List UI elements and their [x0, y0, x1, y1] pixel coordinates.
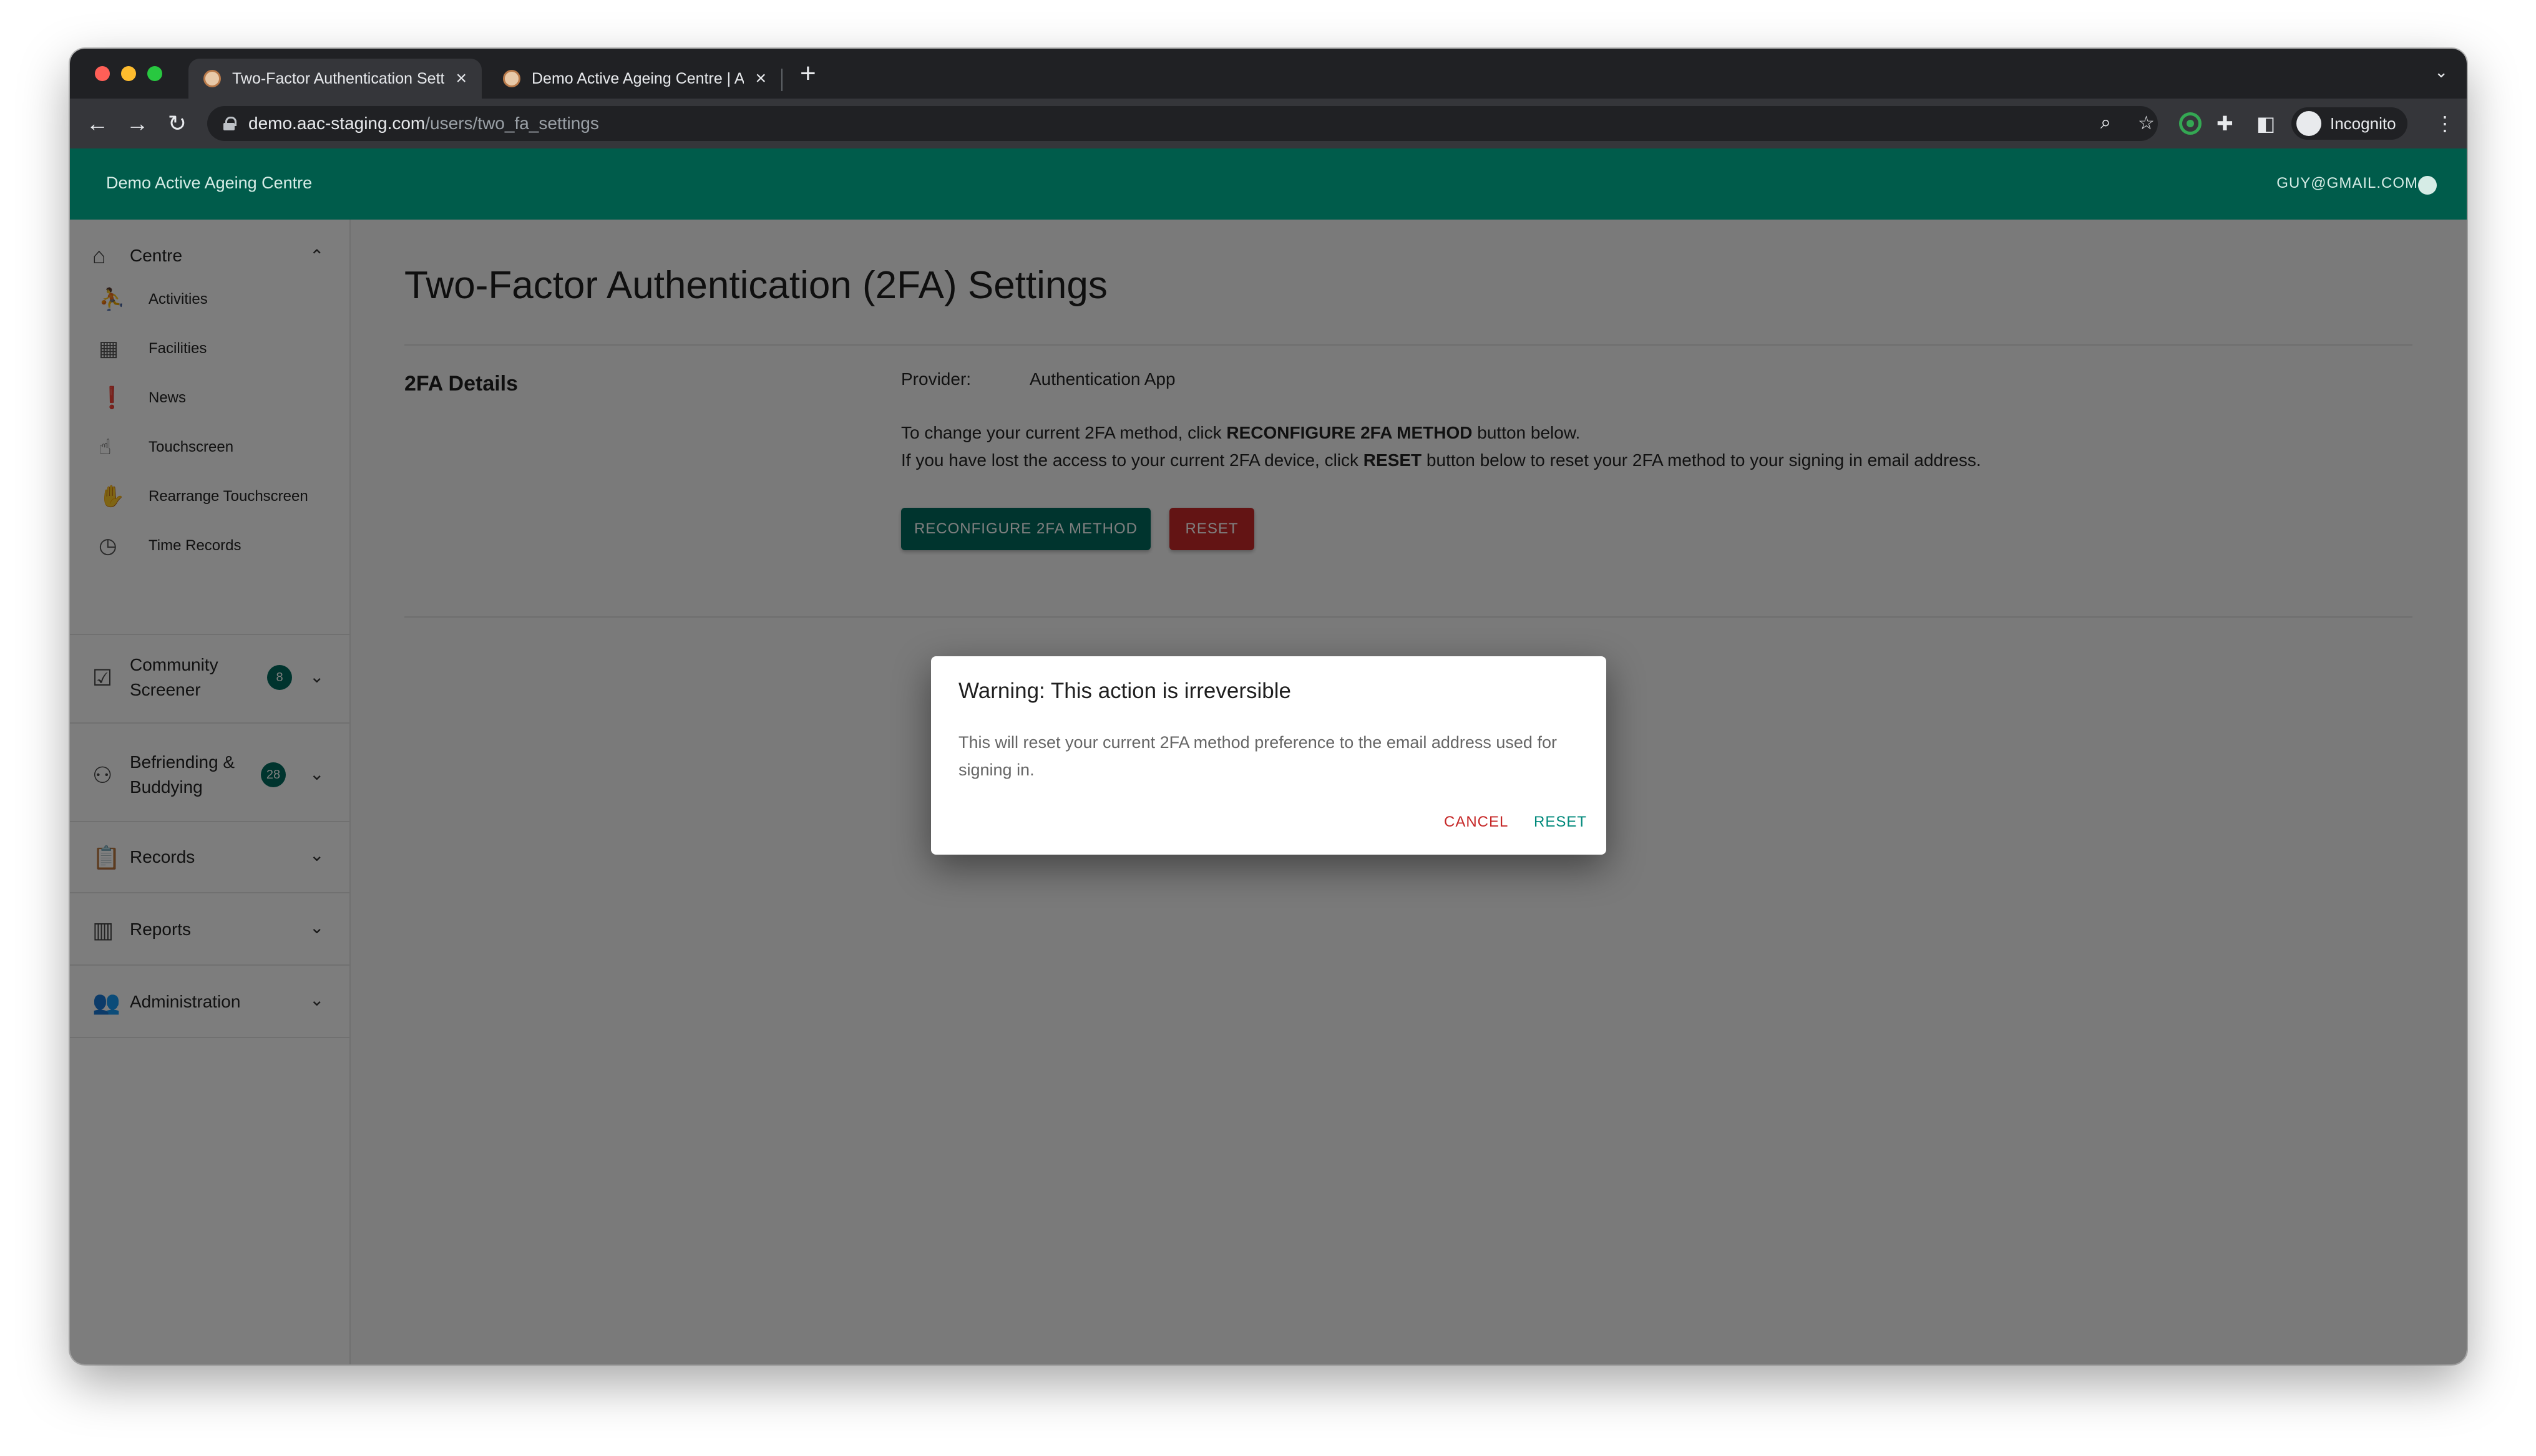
extension-ring-icon[interactable]: [2179, 112, 2202, 135]
account-circle-icon[interactable]: [2418, 176, 2437, 195]
reload-icon[interactable]: ↻: [162, 109, 192, 138]
tab-bar: Two-Factor Authentication Settings × Dem…: [70, 49, 2467, 99]
puzzle-extensions-icon[interactable]: ✚: [2217, 111, 2233, 136]
url-host: demo.aac-staging.com: [248, 114, 426, 133]
close-tab-icon[interactable]: ×: [755, 68, 766, 89]
incognito-profile-button[interactable]: Incognito: [2291, 107, 2407, 140]
tab-activities[interactable]: Demo Active Ageing Centre | Activities ×: [488, 59, 781, 99]
browser-menu-icon[interactable]: ⋮: [2435, 111, 2455, 136]
minimize-window-button[interactable]: [121, 66, 136, 81]
confirm-reset-dialog: Warning: This action is irreversible Thi…: [931, 656, 1606, 855]
close-window-button[interactable]: [95, 66, 110, 81]
maximize-window-button[interactable]: [147, 66, 162, 81]
tab-separator: [781, 69, 783, 91]
tab-search-chevron-icon[interactable]: ⌄: [2434, 62, 2448, 82]
profile-label: Incognito: [2330, 114, 2396, 133]
url-path: /users/two_fa_settings: [425, 114, 599, 133]
side-panel-icon[interactable]: ◧: [2256, 111, 2275, 136]
forward-arrow-icon[interactable]: →: [122, 109, 152, 138]
browser-toolbar: ← → ↻ demo.aac-staging.com /users/two_fa…: [70, 99, 2467, 148]
tab-title: Demo Active Ageing Centre | Activities: [532, 69, 744, 87]
dialog-title: Warning: This action is irreversible: [958, 679, 1291, 703]
app-brand[interactable]: Demo Active Ageing Centre: [106, 173, 312, 193]
dialog-reset-button[interactable]: RESET: [1534, 813, 1587, 831]
back-arrow-icon[interactable]: ←: [82, 109, 112, 138]
lock-icon: [223, 117, 237, 130]
dialog-cancel-button[interactable]: CANCEL: [1444, 813, 1508, 831]
address-bar[interactable]: demo.aac-staging.com /users/two_fa_setti…: [207, 106, 2158, 141]
site-favicon-icon: [203, 70, 221, 87]
browser-window: Two-Factor Authentication Settings × Dem…: [70, 49, 2467, 1364]
dialog-body: This will reset your current 2FA method …: [958, 733, 1557, 779]
tab-title: Two-Factor Authentication Settings: [232, 69, 445, 87]
bookmark-star-icon[interactable]: ☆: [2138, 112, 2155, 134]
app-header: Demo Active Ageing Centre GUY@GMAIL.COM: [70, 148, 2467, 220]
new-tab-icon[interactable]: +: [800, 60, 816, 87]
close-tab-icon[interactable]: ×: [456, 68, 467, 89]
incognito-icon: [2296, 111, 2321, 136]
zoom-icon[interactable]: ⌕: [2100, 112, 2111, 133]
tab-two-factor[interactable]: Two-Factor Authentication Settings ×: [188, 59, 482, 99]
site-favicon-icon: [503, 70, 520, 87]
user-email[interactable]: GUY@GMAIL.COM: [2276, 175, 2418, 192]
